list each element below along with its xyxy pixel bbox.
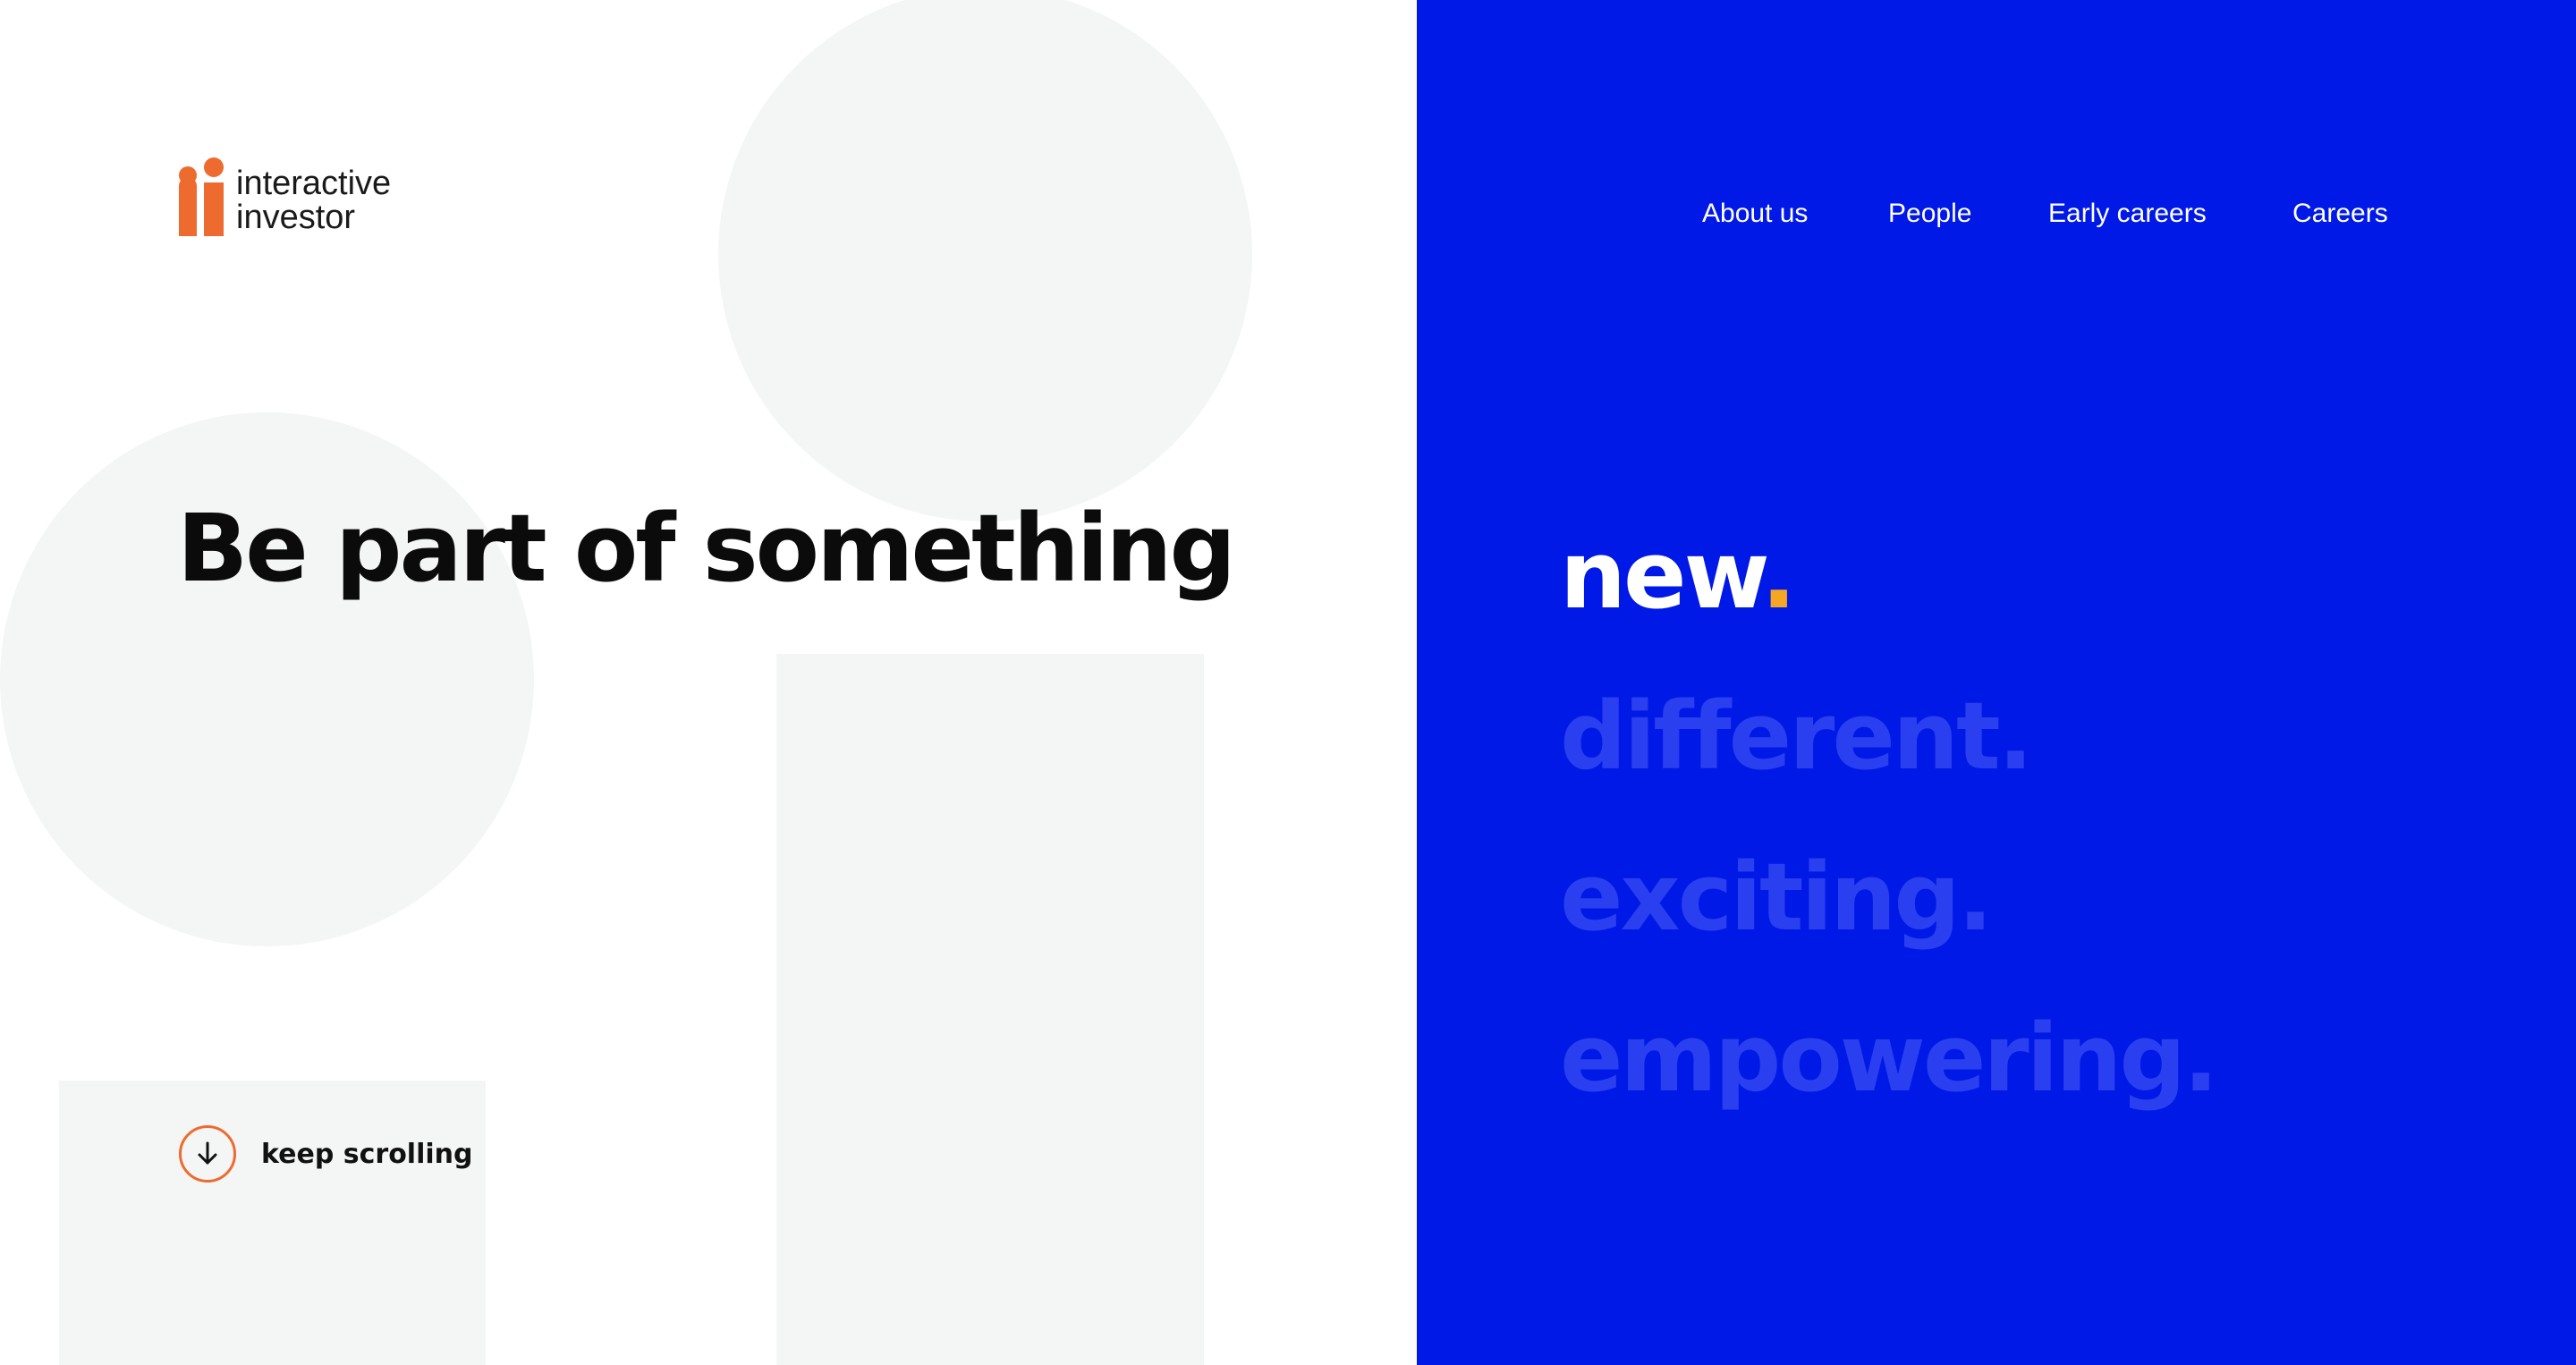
rotating-word: different. xyxy=(1560,682,2033,791)
page: interactive investor Be part of somethin… xyxy=(0,0,2576,1365)
decorative-rectangle-bottom xyxy=(59,1081,486,1365)
rotating-word-active: new. xyxy=(1560,521,1796,630)
rotating-words: new. different. exciting. empowering. xyxy=(1560,495,2218,1139)
decorative-rectangle-middle xyxy=(776,654,1204,1365)
hero-left-panel: interactive investor Be part of somethin… xyxy=(0,0,1417,1365)
logo-mark-icon xyxy=(179,157,225,236)
decorative-circle-top xyxy=(718,0,1252,521)
nav-item-careers[interactable]: Careers xyxy=(2292,199,2388,229)
nav-item-early-careers[interactable]: Early careers xyxy=(2048,199,2207,229)
brand-logo[interactable]: interactive investor xyxy=(179,157,391,236)
keep-scrolling-label: keep scrolling xyxy=(261,1138,473,1170)
decorative-circle-left xyxy=(0,412,534,946)
accent-period: . xyxy=(1761,521,1796,630)
keep-scrolling-button[interactable]: keep scrolling xyxy=(179,1125,472,1183)
hero-headline: Be part of something xyxy=(177,494,1236,603)
rotating-word: empowering. xyxy=(1560,1004,2218,1113)
arrow-down-icon xyxy=(179,1125,236,1183)
nav-item-people[interactable]: People xyxy=(1888,199,1971,229)
rotating-word: exciting. xyxy=(1560,843,1993,952)
logo-wordmark: interactive investor xyxy=(236,166,391,236)
logo-line-2: investor xyxy=(236,199,356,236)
logo-line-1: interactive xyxy=(236,165,392,202)
nav-item-about-us[interactable]: About us xyxy=(1702,199,1808,229)
hero-right-panel: About us People Early careers Careers ne… xyxy=(1417,0,2576,1365)
